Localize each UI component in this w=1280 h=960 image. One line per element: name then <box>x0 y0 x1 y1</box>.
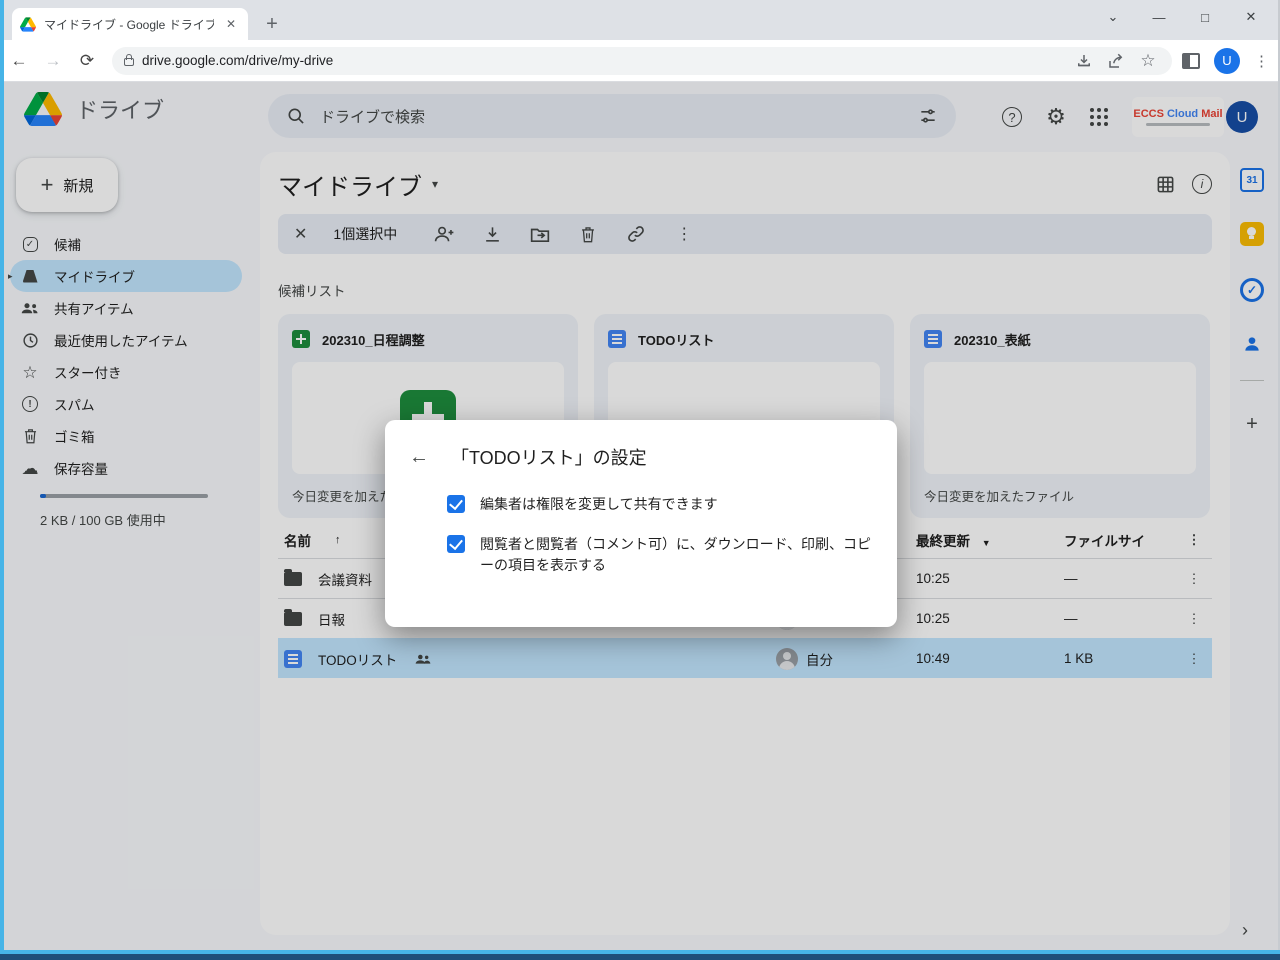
browser-tab[interactable]: マイドライブ - Google ドライブ ✕ <box>12 8 248 40</box>
dialog-option-row[interactable]: 編集者は権限を変更して共有できます <box>447 494 873 516</box>
side-panel-toggle-icon[interactable] <box>1182 53 1200 69</box>
download-status-icon[interactable] <box>1072 52 1096 70</box>
address-bar[interactable]: drive.google.com/drive/my-drive ☆ <box>112 47 1172 75</box>
bookmark-star-icon[interactable]: ☆ <box>1136 51 1160 71</box>
browser-menu-icon[interactable]: ⋮ <box>1254 52 1269 70</box>
new-tab-button[interactable]: + <box>258 10 286 38</box>
tab-close-icon[interactable]: ✕ <box>222 17 240 31</box>
window-border <box>0 0 4 960</box>
lock-icon <box>124 58 134 66</box>
share-icon[interactable] <box>1104 52 1128 70</box>
dialog-option-row[interactable]: 閲覧者と閲覧者（コメント可）に、ダウンロード、印刷、コピーの項目を表示する <box>447 534 873 577</box>
browser-profile-avatar[interactable]: U <box>1214 48 1240 74</box>
reload-button[interactable]: ⟳ <box>72 46 102 76</box>
browser-toolbar: ← → ⟳ drive.google.com/drive/my-drive ☆ … <box>0 40 1280 82</box>
window-maximize-button[interactable]: □ <box>1182 0 1228 34</box>
settings-dialog: ← 「TODOリスト」の設定 編集者は権限を変更して共有できます 閲覧者と閲覧者… <box>385 420 897 627</box>
dialog-title: 「TODOリスト」の設定 <box>451 444 647 470</box>
window-minimize-button[interactable]: — <box>1136 0 1182 34</box>
tab-title: マイドライブ - Google ドライブ <box>44 16 214 33</box>
url-text[interactable]: drive.google.com/drive/my-drive <box>142 53 1064 68</box>
drive-favicon <box>20 17 36 32</box>
drive-page: ドライブ ドライブで検索 ? ⚙ ECCS Cloud Mail U + 新規 … <box>0 82 1280 950</box>
window-close-button[interactable]: ✕ <box>1228 0 1274 34</box>
browser-titlebar: マイドライブ - Google ドライブ ✕ + ⌄ — □ ✕ <box>0 0 1280 40</box>
dialog-back-icon[interactable]: ← <box>409 446 429 469</box>
window-menu-chevron-icon[interactable]: ⌄ <box>1090 0 1136 34</box>
back-button[interactable]: ← <box>4 46 34 76</box>
forward-button[interactable]: → <box>38 46 68 76</box>
window-border <box>0 950 1280 960</box>
checkbox-viewers-can-download[interactable] <box>447 535 465 553</box>
checkbox-editors-can-share[interactable] <box>447 495 465 513</box>
